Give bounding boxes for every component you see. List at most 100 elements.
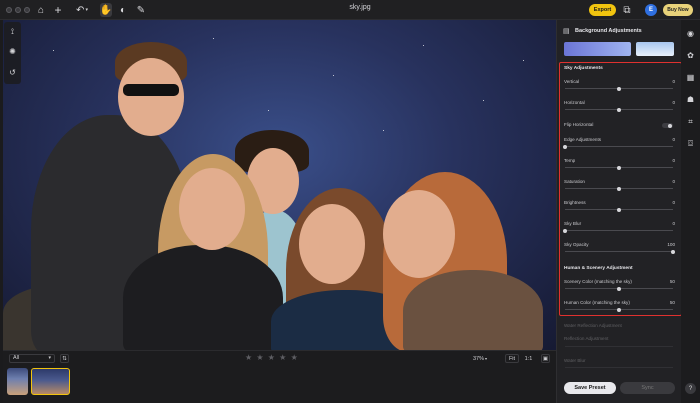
sky-slider-track[interactable]: [563, 144, 673, 149]
slider-knob[interactable]: [617, 286, 621, 291]
human-slider-track[interactable]: [565, 307, 673, 312]
compare-icon[interactable]: ▣: [541, 354, 550, 363]
sky-slider-track[interactable]: [565, 249, 675, 254]
eye-icon[interactable]: ◉: [685, 28, 696, 39]
reflection-slider[interactable]: [565, 346, 673, 347]
close-window-button[interactable]: [6, 7, 12, 13]
sky-star: [483, 100, 484, 101]
mask-icon[interactable]: ◐: [118, 3, 128, 17]
sky-star: [383, 130, 384, 131]
sky-slider-value[interactable]: 0: [672, 100, 675, 105]
sky-star: [423, 45, 424, 46]
slider-knob[interactable]: [617, 86, 621, 91]
slider-knob[interactable]: [671, 249, 675, 254]
ai-erase-icon[interactable]: ⟟: [7, 26, 18, 37]
light-burst-icon[interactable]: ✺: [7, 46, 18, 57]
sky-slider-value[interactable]: 0: [672, 179, 675, 184]
window-title: sky.jpg: [349, 4, 371, 11]
sky-slider-value[interactable]: 0: [672, 137, 675, 142]
hand-icon[interactable]: ✋: [100, 3, 112, 17]
sky-section-title: Sky Adjustments: [564, 66, 603, 71]
buy-now-button[interactable]: Buy Now: [663, 4, 693, 16]
toggle-knob: [668, 123, 672, 128]
panel-title: Background Adjustments: [575, 28, 642, 34]
fit-button[interactable]: Fit: [505, 354, 519, 363]
person-blonde-girl: [123, 245, 283, 350]
human-slider-value[interactable]: 50: [670, 279, 675, 284]
sky-slider-track[interactable]: [565, 186, 673, 191]
sky-slider-track[interactable]: [565, 86, 673, 91]
water-blur-label: Water Blur: [564, 358, 586, 363]
sky-slider-value[interactable]: 0: [672, 79, 675, 84]
minimize-window-button[interactable]: [15, 7, 21, 13]
thumbnail-1[interactable]: [7, 368, 28, 395]
portrait-icon[interactable]: ☗: [685, 94, 696, 105]
sky-slider-track[interactable]: [565, 165, 673, 170]
palette-icon[interactable]: ✿: [685, 50, 696, 61]
human-section-title: Human & Scenery Adjustment: [564, 266, 633, 271]
human-slider-track[interactable]: [565, 286, 673, 291]
thumbnail-2-selected[interactable]: [31, 368, 70, 395]
undo-icon[interactable]: ↶ ▾: [75, 3, 89, 17]
filter-value: All: [13, 355, 20, 361]
sky-slider-label: Brightness: [564, 200, 586, 205]
sky-slider-label: Edge Adjustments: [564, 137, 602, 142]
right-tool-strip: ◉ ✿ ▦ ☗ ⌗ ⌼: [681, 20, 700, 403]
sky-slider-label: Temp: [564, 158, 576, 163]
sky-preset-1[interactable]: [564, 42, 631, 56]
sky-slider-value[interactable]: 0: [672, 158, 675, 163]
maximize-window-button[interactable]: [24, 7, 30, 13]
app-window: ⌂ + ↶▾ ✋ ◐ ✎ sky.jpg Export ⧉ E Buy Now: [0, 0, 700, 403]
human-slider-value[interactable]: 50: [670, 300, 675, 305]
camera-icon[interactable]: ⌼: [685, 138, 696, 149]
background-icon: ▤: [563, 28, 570, 35]
sky-slider-track[interactable]: [565, 107, 673, 112]
history-icon[interactable]: ↺: [7, 67, 18, 78]
export-button[interactable]: Export: [589, 4, 616, 16]
slider-knob[interactable]: [617, 207, 621, 212]
person-right-girl: [403, 270, 543, 350]
sky-slider-label: Vertical: [564, 79, 580, 84]
one-to-one-button[interactable]: 1:1: [522, 354, 535, 363]
sky-slider-label: Sky Opacity: [564, 242, 589, 247]
left-tool-strip: ⟟ ✺ ↺: [4, 22, 21, 84]
sky-slider-value[interactable]: 0: [672, 200, 675, 205]
sky-slider-value[interactable]: 0: [672, 221, 675, 226]
face: [383, 190, 455, 278]
sort-button[interactable]: ⇅: [60, 354, 69, 363]
slider-knob[interactable]: [617, 186, 621, 191]
zoom-select[interactable]: 37% ▾: [470, 354, 490, 363]
transform-icon[interactable]: ⌗: [685, 116, 696, 127]
rating-stars[interactable]: ★ ★ ★ ★ ★: [245, 353, 299, 362]
sky-preset-2[interactable]: [636, 42, 674, 56]
sky-slider-value[interactable]: 100: [667, 242, 675, 247]
sky-slider-track[interactable]: [563, 228, 673, 233]
home-icon[interactable]: ⌂: [36, 3, 46, 17]
slider-knob[interactable]: [617, 307, 621, 312]
save-preset-button[interactable]: Save Preset: [564, 382, 616, 394]
flip-horizontal-label: Flip Horizontal: [564, 122, 594, 127]
help-icon[interactable]: ?: [685, 383, 696, 394]
filmstrip-bar: All ▾ ⇅ ★ ★ ★ ★ ★ 37% ▾ Fit 1:1 ▣: [3, 350, 556, 403]
sky-slider-track[interactable]: [565, 207, 673, 212]
slider-knob[interactable]: [617, 107, 621, 112]
sky-star: [268, 110, 269, 111]
plus-icon[interactable]: +: [53, 3, 63, 17]
water-blur-slider[interactable]: [565, 367, 673, 368]
flip-horizontal-toggle[interactable]: [662, 123, 673, 128]
filter-select[interactable]: All ▾: [9, 354, 55, 363]
avatar[interactable]: E: [645, 4, 657, 16]
slider-knob[interactable]: [617, 165, 621, 170]
sunglasses: [123, 84, 179, 96]
layers-icon[interactable]: ▦: [685, 72, 696, 83]
sync-button[interactable]: Sync: [620, 382, 675, 394]
human-slider-label: Human Color (matching the sky): [564, 300, 630, 305]
share-icon[interactable]: ⧉: [622, 3, 632, 17]
sky-star: [53, 50, 54, 51]
slider-knob[interactable]: [563, 144, 567, 149]
slider-knob[interactable]: [563, 228, 567, 233]
brush-icon[interactable]: ✎: [136, 3, 146, 17]
face: [179, 168, 245, 250]
reflection-adjustment-label: Reflection Adjustment: [564, 336, 609, 341]
photo-canvas[interactable]: [3, 20, 556, 350]
